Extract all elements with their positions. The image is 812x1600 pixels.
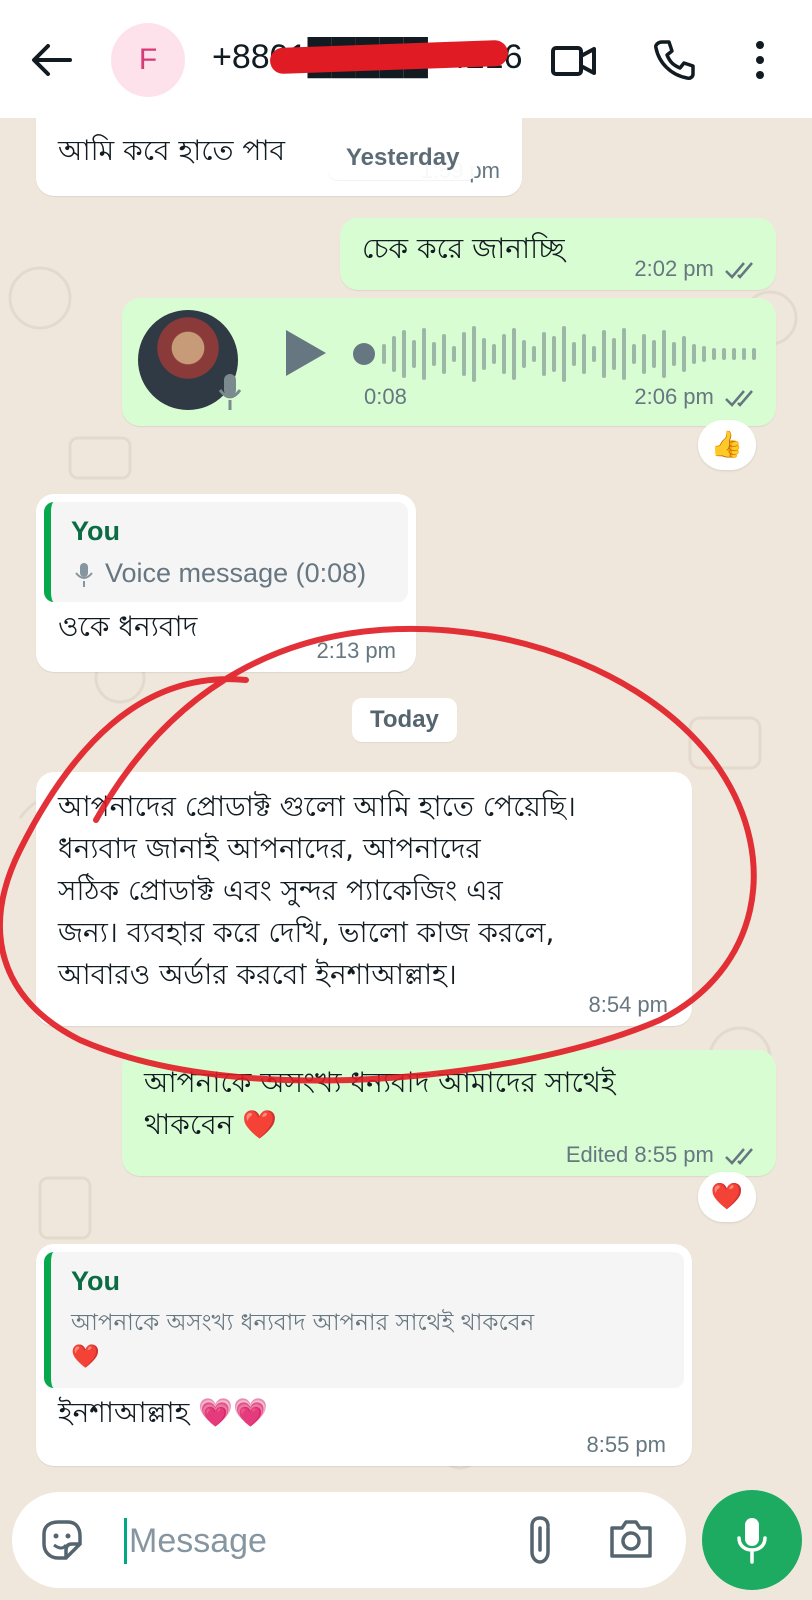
message-line: জন্য। ব্যবহার করে দেখি, ভালো কাজ করলে, [58,916,555,949]
message-composer [12,1492,686,1588]
quote-text: ❤️ [71,1344,100,1370]
voice-waveform[interactable] [352,324,762,384]
message-line: থাকবেন ❤️ [144,1108,278,1141]
voice-record-button[interactable] [702,1490,802,1590]
message-line: ধন্যবাদ জানাই আপনাদের, আপনাদের [58,832,481,865]
message-bubble-outgoing[interactable]: চেক করে জানাচ্ছি 2:02 pm [340,218,776,290]
quoted-message[interactable]: You Voice message (0:08) [44,502,408,602]
message-input[interactable] [124,1518,504,1564]
message-bubble-incoming[interactable]: You Voice message (0:08) ওকে ধন্যবাদ 2:1… [36,494,416,672]
quote-text: Voice message (0:08) [105,558,367,588]
double-tick-icon [725,1148,753,1166]
message-text: আপনাকে অসংখ্য ধন্যবাদ আমাদের সাথেই থাকবে… [144,1062,615,1146]
message-line: আপনাকে অসংখ্য ধন্যবাদ আমাদের সাথেই [144,1066,616,1099]
sticker-icon[interactable] [38,1516,86,1564]
message-bubble-incoming[interactable]: আপনাদের প্রোডাক্ট গুলো আমি হাতে পেয়েছি।… [36,772,692,1026]
voice-message-bubble[interactable]: 0:08 2:06 pm [122,298,776,426]
message-time: 2:13 pm [316,638,397,663]
edited-label: Edited [565,1142,629,1167]
message-time-label: 8:55 pm [634,1142,714,1167]
quote-author: You [71,516,120,546]
message-bubble-outgoing[interactable]: আপনাকে অসংখ্য ধন্যবাদ আমাদের সাথেই থাকবে… [122,1050,776,1176]
message-line: আপনাদের প্রোডাক্ট গুলো আমি হাতে পেয়েছি। [58,790,576,823]
message-time-label: 2:06 pm [634,384,714,409]
more-options-icon[interactable] [752,38,768,82]
video-call-icon[interactable] [550,40,598,80]
phone-icon[interactable] [652,38,696,82]
message-time: Edited 8:55 pm [566,1142,758,1168]
message-time-label: 2:02 pm [634,256,714,281]
message-text: ইনশাআল্লাহ 💗💗 [58,1396,268,1429]
back-arrow-icon[interactable] [28,40,74,80]
mic-icon [737,1518,767,1564]
date-chip-yesterday: Yesterday [328,136,478,180]
message-text: আমি কবে হাতে পাব [58,134,286,167]
voice-duration: 0:08 [364,384,407,409]
camera-icon[interactable] [608,1516,654,1560]
message-text: চেক করে জানাচ্ছি [362,232,565,265]
message-time: 8:54 pm [588,992,669,1017]
mic-icon [75,563,93,587]
message-line: সঠিক প্রোডাক্ট এবং সুন্দর প্যাকেজিং এর [58,874,503,907]
message-line: আবারও অর্ডার করবো ইনশাআল্লাহ। [58,958,457,991]
play-icon[interactable] [282,328,328,378]
reaction-heart[interactable]: ❤️ [698,1172,756,1222]
quote-author: You [71,1266,120,1296]
message-text: আপনাদের প্রোডাক্ট গুলো আমি হাতে পেয়েছি।… [58,786,576,996]
quote-text: আপনাকে অসংখ্য ধন্যবাদ আপনার সাথেই থাকবেন [71,1310,535,1336]
reaction-thumbs-up[interactable]: 👍 [698,420,756,470]
attach-icon[interactable] [524,1514,560,1566]
message-bubble-incoming[interactable]: You আপনাকে অসংখ্য ধন্যবাদ আপনার সাথেই থা… [36,1244,692,1466]
mic-icon [218,374,242,410]
quoted-message[interactable]: You আপনাকে অসংখ্য ধন্যবাদ আপনার সাথেই থা… [44,1252,684,1388]
chat-header: F +8801█████74216 [0,0,812,118]
message-time: 8:55 pm [586,1432,667,1457]
contact-avatar[interactable]: F [111,23,185,97]
message-time: 2:06 pm [634,384,758,410]
date-chip-today: Today [352,698,457,742]
double-tick-icon [725,262,753,280]
message-text: ওকে ধন্যবাদ [58,610,198,643]
double-tick-icon [725,390,753,408]
message-time: 2:02 pm [634,256,758,282]
